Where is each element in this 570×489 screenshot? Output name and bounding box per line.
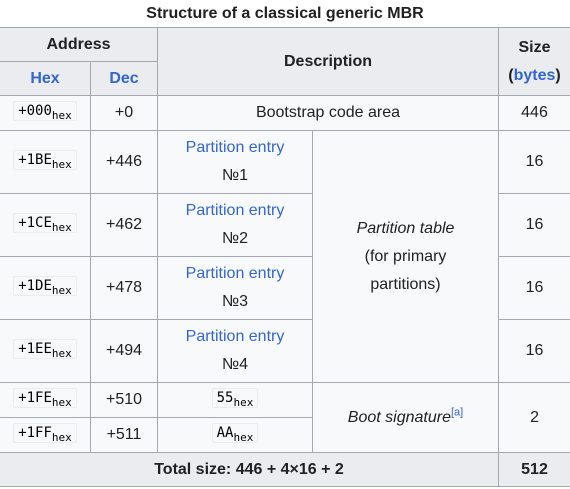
total-value: 512 (498, 452, 570, 487)
hex-offset: +1DEhex (13, 275, 77, 296)
hex-offset: +1FEhex (13, 387, 77, 408)
size-unit: (bytes) (508, 66, 561, 84)
hex-offset: +1EEhex (13, 338, 77, 359)
signature-byte: 55hex (211, 387, 259, 408)
footnote-link[interactable]: [a] (451, 406, 463, 418)
dec-offset: +511 (90, 417, 158, 453)
size-cell: 16 (498, 193, 570, 257)
partition-entry-link[interactable]: Partition entry (164, 260, 306, 288)
dec-offset: +0 (90, 95, 158, 131)
size-cell: 2 (498, 382, 570, 453)
hex-offset: +000hex (13, 100, 77, 121)
dec-offset: +478 (90, 256, 158, 320)
partition-table-cell: Partition table (for primary partitions) (311, 130, 500, 383)
size-cell: 16 (498, 130, 570, 194)
hex-offset: +1CEhex (13, 212, 77, 233)
table-row: +000hex +0 Bootstrap code area 446 (0, 95, 570, 131)
signature-byte: AAhex (211, 422, 259, 443)
dec-offset: +494 (90, 319, 158, 383)
mbr-structure-table: Address Description Size (bytes) Hex Dec… (0, 27, 570, 487)
size-cell: 16 (498, 319, 570, 383)
partition-entry-number: №1 (221, 167, 249, 184)
total-row: Total size: 446 + 4×16 + 2 512 (0, 452, 570, 487)
table-row: +1FEhex +510 55hex Boot signature[a] 2 (0, 382, 570, 453)
hex-link[interactable]: Hex (0, 61, 91, 96)
size-label: Size (518, 38, 551, 56)
partition-entry-number: №3 (221, 293, 249, 310)
partition-entry-number: №4 (221, 356, 249, 373)
description-header: Description (156, 27, 500, 96)
partition-table-note-1: (for primary (364, 247, 447, 265)
dec-offset: +446 (90, 130, 158, 194)
table-row: +1BEhex +446 Partition entry №1 Partitio… (0, 130, 570, 383)
partition-entry-link[interactable]: Partition entry (164, 323, 306, 351)
partition-entry-cell: Partition entry №3 (157, 256, 313, 320)
size-cell: 16 (498, 256, 570, 320)
dec-offset: +462 (90, 193, 158, 257)
size-cell: 446 (498, 95, 570, 131)
partition-table-note-2: partitions) (370, 275, 441, 293)
hex-offset: +1BEhex (13, 149, 77, 170)
partition-table-label: Partition table (356, 219, 455, 237)
signature-byte-cell: 55hex (157, 382, 313, 418)
bytes-link[interactable]: bytes (514, 67, 556, 84)
address-header: Address (0, 27, 158, 62)
signature-byte-cell: AAhex (157, 417, 313, 453)
partition-entry-cell: Partition entry №4 (157, 319, 313, 383)
partition-entry-number: №2 (221, 230, 249, 247)
partition-entry-link[interactable]: Partition entry (164, 134, 306, 162)
size-header: Size (bytes) (498, 27, 570, 96)
total-label: Total size: 446 + 4×16 + 2 (0, 452, 500, 487)
dec-offset: +510 (90, 382, 158, 418)
boot-signature-label: Boot signature (347, 408, 451, 426)
partition-entry-cell: Partition entry №1 (157, 130, 313, 194)
boot-signature-cell: Boot signature[a] (311, 382, 500, 453)
partition-entry-cell: Partition entry №2 (157, 193, 313, 257)
hex-offset: +1FFhex (13, 422, 77, 443)
dec-link[interactable]: Dec (90, 61, 158, 96)
description-cell: Bootstrap code area (156, 95, 500, 131)
table-caption: Structure of a classical generic MBR (146, 5, 424, 22)
partition-entry-link[interactable]: Partition entry (164, 197, 306, 225)
